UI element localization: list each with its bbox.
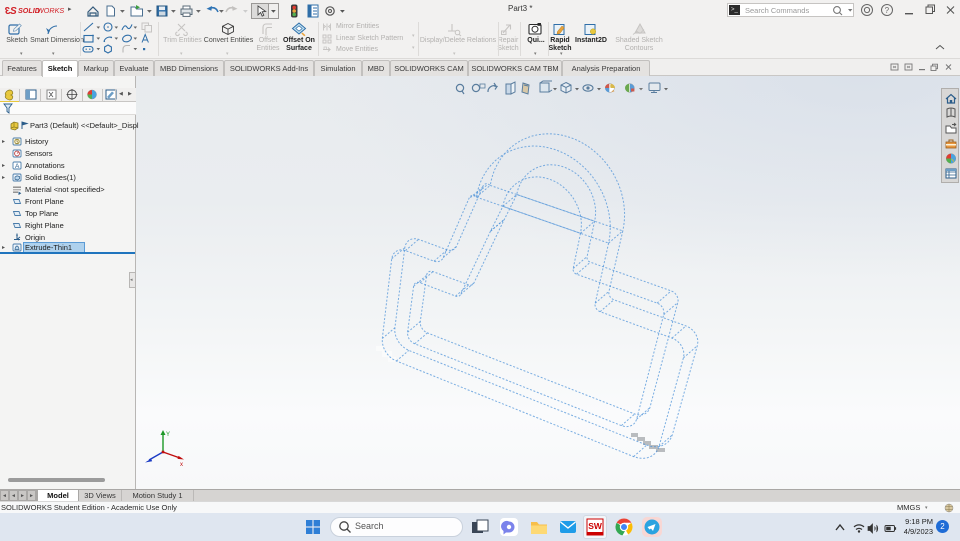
svg-text:?: ? xyxy=(885,6,890,15)
svg-text:SW: SW xyxy=(588,521,603,531)
svg-text:A: A xyxy=(15,163,20,170)
svg-text:x: x xyxy=(180,462,183,468)
svg-text:Y: Y xyxy=(166,432,170,438)
